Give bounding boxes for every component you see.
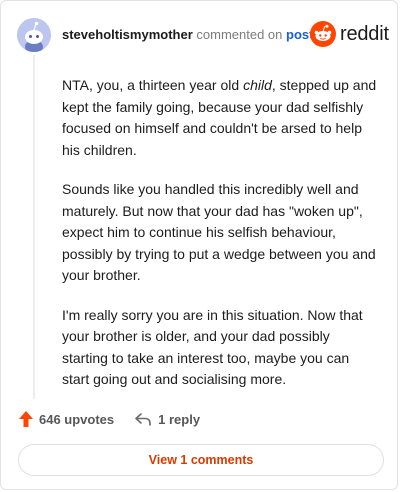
- thread-line[interactable]: [33, 55, 35, 399]
- reply-button[interactable]: 1 reply: [134, 411, 200, 427]
- comment-body: NTA, you, a thirteen year old child, ste…: [62, 75, 378, 409]
- reddit-logo[interactable]: reddit: [310, 21, 389, 47]
- view-comments-button[interactable]: View 1 comments: [18, 444, 384, 476]
- comment-paragraph: NTA, you, a thirteen year old child, ste…: [62, 77, 377, 158]
- user-avatar-icon[interactable]: [17, 18, 51, 52]
- username[interactable]: steveholtismymother: [62, 27, 193, 42]
- comment-paragraph: I'm really sorry you are in this situati…: [62, 306, 363, 388]
- upvote-arrow-icon: [19, 411, 33, 427]
- comment-paragraph: Sounds like you handled this incredibly …: [62, 181, 376, 283]
- upvote-button[interactable]: 646 upvotes: [18, 410, 114, 428]
- comment-header: steveholtismymother commented on post: [62, 27, 313, 42]
- commented-on-label: commented on: [196, 27, 283, 42]
- comment-actions: 646 upvotes 1 reply: [18, 410, 200, 428]
- reply-arrow-icon: [135, 413, 151, 426]
- comment-card: steveholtismymother commented on post re…: [0, 0, 398, 490]
- reply-count: 1 reply: [158, 411, 201, 427]
- upvote-count: 646 upvotes: [39, 411, 115, 427]
- reddit-logo-icon: [310, 21, 336, 47]
- reddit-wordmark: reddit: [340, 22, 389, 45]
